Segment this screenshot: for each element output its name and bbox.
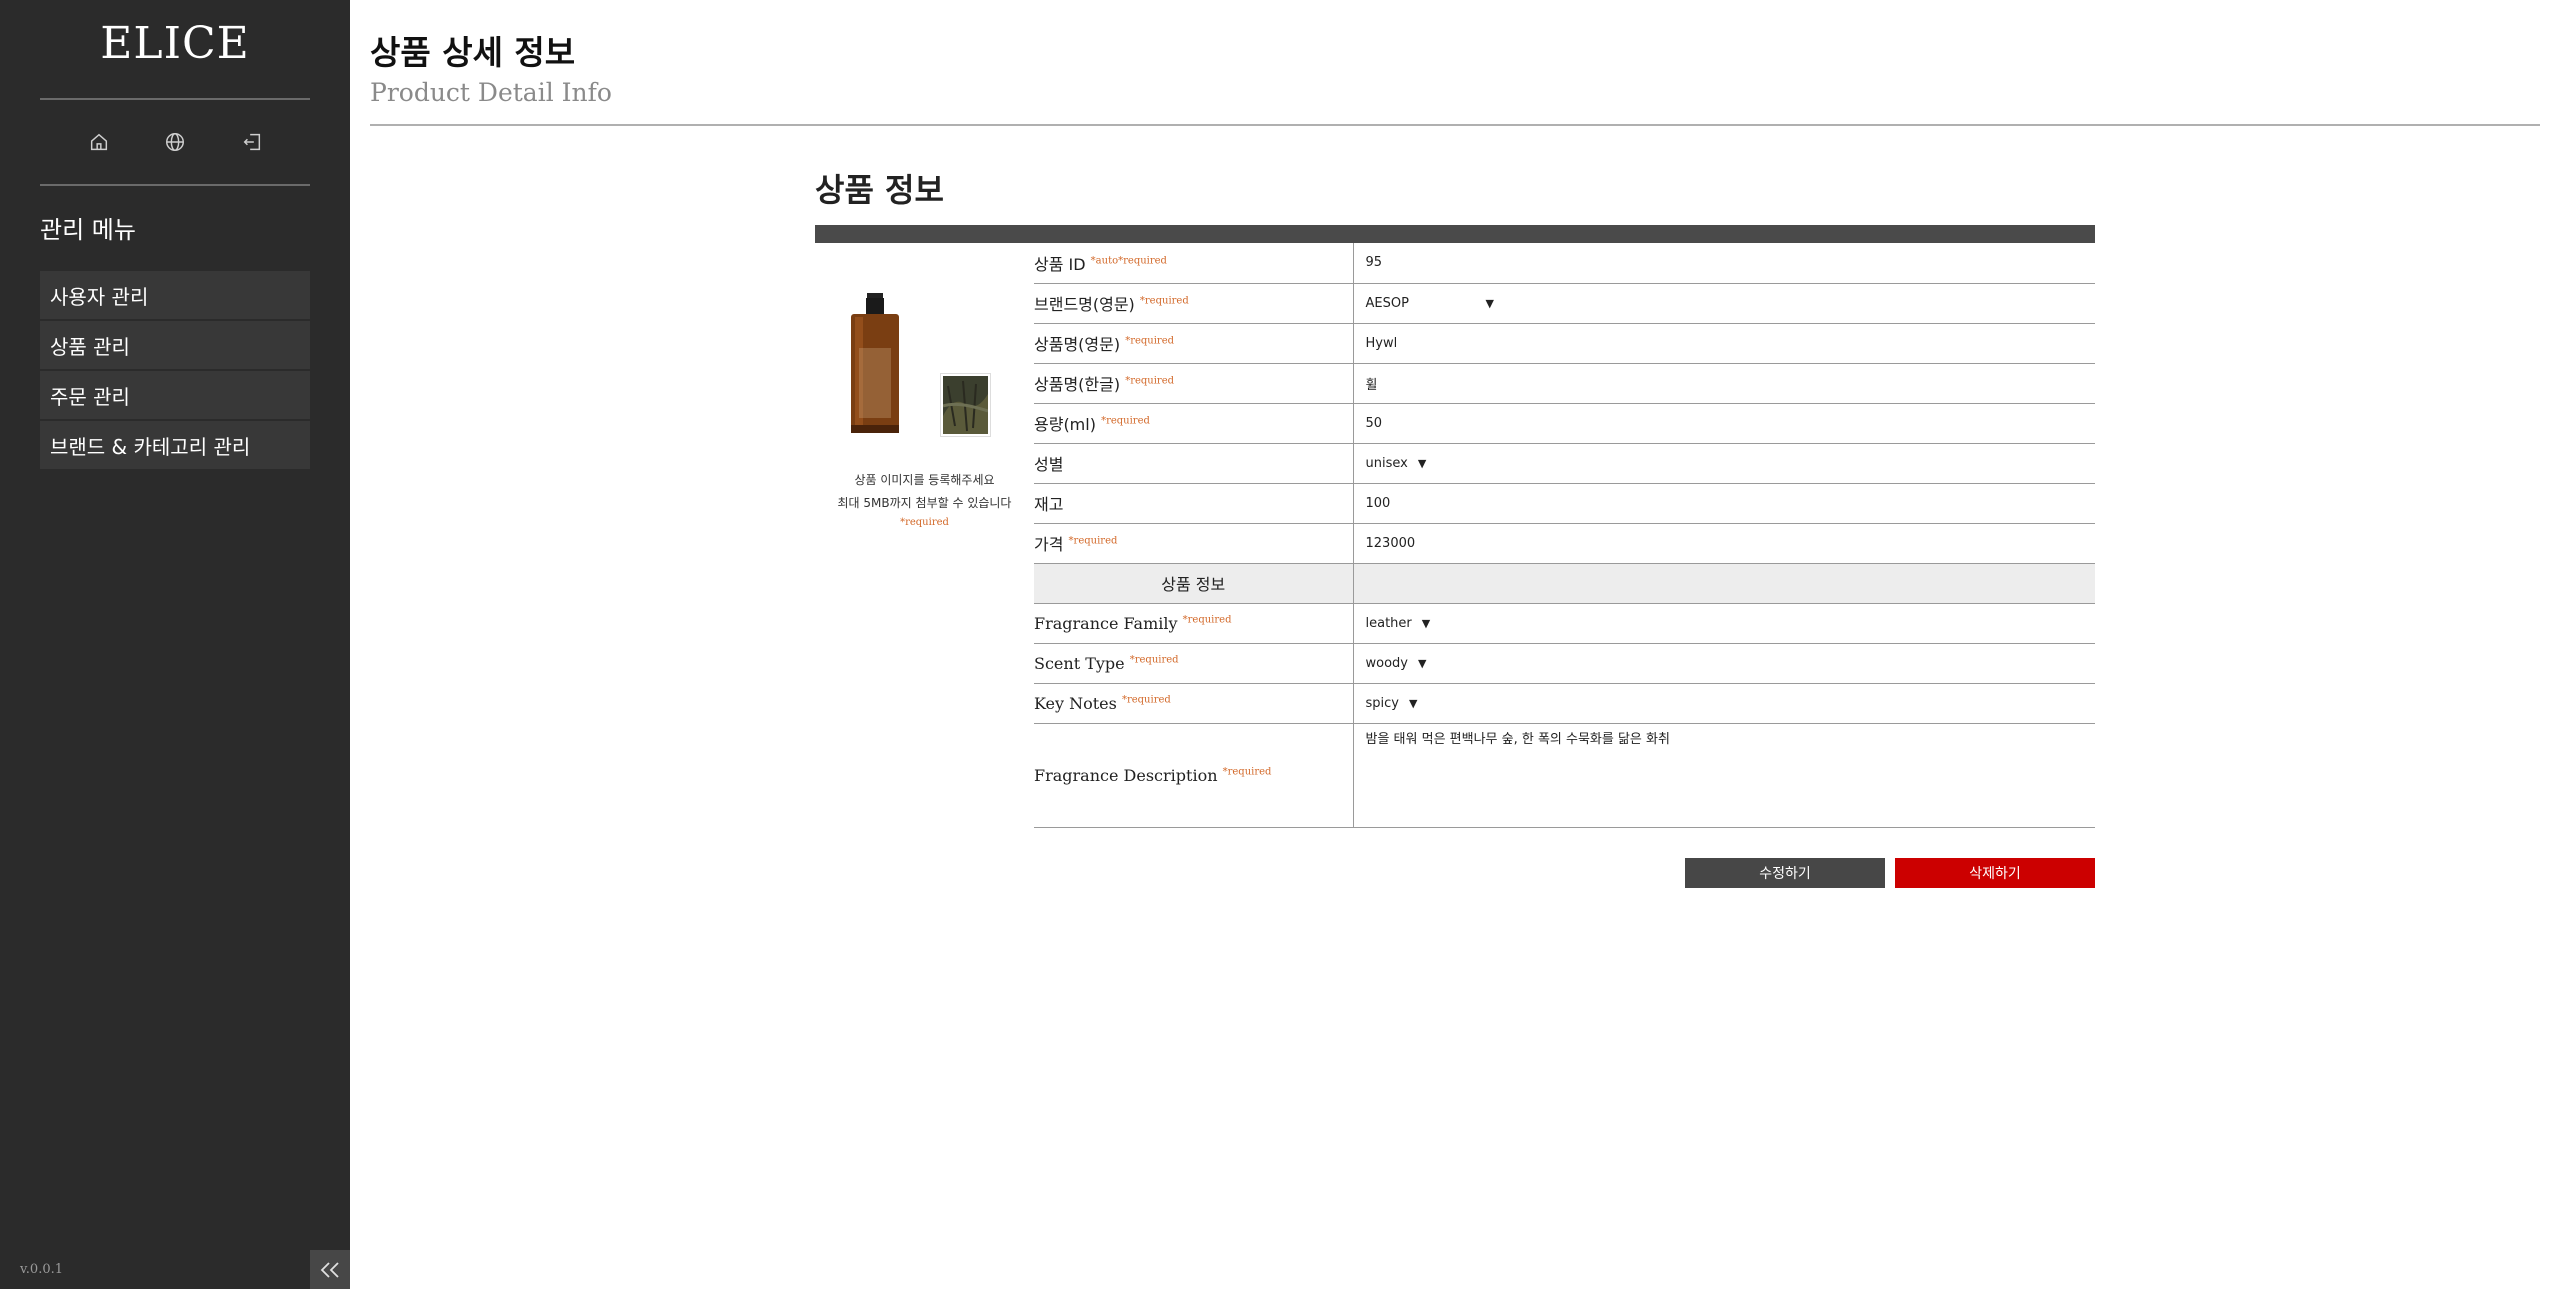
- key-notes-select[interactable]: spicy ▼: [1366, 696, 1418, 711]
- required-mark: *required: [900, 517, 949, 528]
- double-chevron-left-icon: [320, 1261, 339, 1278]
- required-mark: *required: [1118, 255, 1167, 267]
- brand-select-value: AESOP: [1365, 295, 1409, 311]
- chevron-down-icon: ▼: [1417, 456, 1427, 470]
- stock-input[interactable]: 100: [1366, 496, 1391, 511]
- volume-input[interactable]: 50: [1366, 416, 1383, 431]
- form-row-gender: 성별 unisex ▼: [1034, 443, 2095, 484]
- field-label: Fragrance Family: [1034, 613, 1178, 633]
- sidebar-item-products[interactable]: 상품 관리: [40, 321, 310, 369]
- section-title: 상품 정보: [815, 171, 944, 209]
- required-mark: *required: [1129, 654, 1179, 666]
- form-row-name-ko: 상품명(한글) *required 휠: [1034, 363, 2095, 404]
- logo[interactable]: ELICE: [40, 18, 310, 69]
- fragrance-family-select[interactable]: leather ▼: [1366, 616, 1431, 631]
- fragrance-family-value: leather: [1365, 615, 1412, 631]
- required-mark: *required: [1182, 614, 1232, 626]
- edit-button[interactable]: 수정하기: [1685, 858, 1885, 888]
- sidebar: ELICE 관리 메뉴 사용자 관리 상품 관리 주문 관리 브랜드 & 카테고…: [0, 0, 350, 1289]
- form-row-fragrance-family: Fragrance Family *required leather ▼: [1034, 603, 2095, 644]
- required-mark: *required: [1121, 694, 1171, 706]
- delete-button[interactable]: 삭제하기: [1895, 858, 2095, 888]
- key-notes-value: spicy: [1365, 695, 1399, 711]
- field-label: 용량(ml): [1034, 415, 1096, 434]
- home-icon[interactable]: [81, 124, 117, 160]
- field-label: 상품명(영문): [1034, 335, 1121, 354]
- brand-select[interactable]: AESOP ▼: [1366, 296, 1494, 311]
- logout-icon[interactable]: [234, 124, 270, 160]
- menu-title: 관리 메뉴: [40, 216, 136, 244]
- required-mark: *required: [1068, 535, 1118, 547]
- field-label: 성별: [1034, 455, 1064, 474]
- description-textarea[interactable]: 밤을 태워 먹은 편백나무 숲, 한 폭의 수묵화를 닮은 화취: [1366, 732, 1670, 747]
- sidebar-item-users[interactable]: 사용자 관리: [40, 271, 310, 319]
- auto-mark: *auto: [1090, 255, 1119, 267]
- product-id-field: 95: [1365, 255, 1383, 271]
- name-en-input[interactable]: Hywl: [1366, 336, 1398, 351]
- form-row-stock: 재고 100: [1034, 483, 2095, 524]
- product-form: 상품 ID *auto*required 95 브랜드명(영문) *requir…: [1034, 243, 2095, 828]
- version-label: v.0.0.1: [20, 1262, 64, 1277]
- upload-hint: 상품 이미지를 등록해주세요: [854, 473, 995, 487]
- required-mark: *required: [1125, 335, 1175, 347]
- divider: [40, 98, 310, 100]
- field-label: 상품 ID: [1034, 254, 1086, 274]
- collapse-sidebar-button[interactable]: [310, 1250, 350, 1289]
- form-row-brand: 브랜드명(영문) *required AESOP ▼: [1034, 283, 2095, 324]
- form-subheader-row: 상품 정보: [1034, 563, 2095, 604]
- sidebar-item-orders[interactable]: 주문 관리: [40, 371, 310, 419]
- upload-size-limit: 최대 5MB까지 첨부할 수 있습니다: [837, 496, 1012, 510]
- upload-instructions: 상품 이미지를 등록해주세요 최대 5MB까지 첨부할 수 있습니다 *requ…: [815, 469, 1034, 531]
- sidebar-item-brand-category[interactable]: 브랜드 & 카테고리 관리: [40, 421, 310, 469]
- form-row-key-notes: Key Notes *required spicy ▼: [1034, 683, 2095, 724]
- form-row-volume: 용량(ml) *required 50: [1034, 403, 2095, 444]
- name-ko-input[interactable]: 휠: [1366, 378, 1378, 393]
- sidebar-menu: 사용자 관리 상품 관리 주문 관리 브랜드 & 카테고리 관리: [40, 271, 310, 471]
- required-mark: *required: [1101, 415, 1150, 427]
- globe-icon[interactable]: [157, 124, 193, 160]
- image-upload-area[interactable]: 상품 이미지를 등록해주세요 최대 5MB까지 첨부할 수 있습니다 *requ…: [815, 243, 1034, 543]
- chevron-down-icon: ▼: [1421, 616, 1431, 630]
- sidebar-icon-row: [40, 122, 310, 162]
- gender-select[interactable]: unisex ▼: [1366, 456, 1427, 471]
- gender-select-value: unisex: [1365, 455, 1408, 471]
- product-thumbnail[interactable]: [940, 373, 991, 437]
- form-row-description: Fragrance Description *required 밤을 태워 먹은…: [1034, 723, 2095, 828]
- required-mark: *required: [1222, 766, 1272, 778]
- scent-type-select[interactable]: woody ▼: [1366, 656, 1427, 671]
- field-label: Key Notes: [1034, 693, 1117, 713]
- chevron-down-icon: ▼: [1418, 656, 1427, 670]
- scent-type-value: woody: [1365, 655, 1409, 671]
- form-row-price: 가격 *required 123000: [1034, 523, 2095, 564]
- price-input[interactable]: 123000: [1366, 536, 1416, 551]
- field-label: 브랜드명(영문): [1034, 295, 1135, 314]
- form-subheader: 상품 정보: [1034, 563, 1354, 604]
- field-label: 재고: [1034, 495, 1064, 514]
- form-row-name-en: 상품명(영문) *required Hywl: [1034, 323, 2095, 364]
- chevron-down-icon: ▼: [1408, 696, 1418, 710]
- form-row-product-id: 상품 ID *auto*required 95: [1034, 243, 2095, 284]
- required-mark: *required: [1139, 295, 1189, 307]
- section-bar: [815, 225, 2095, 243]
- field-label: Fragrance Description: [1034, 765, 1218, 785]
- header-divider: [370, 124, 2540, 126]
- field-label: 가격: [1034, 535, 1064, 554]
- required-mark: *required: [1125, 375, 1175, 387]
- page-subtitle: Product Detail Info: [370, 78, 612, 107]
- product-image[interactable]: [845, 293, 905, 435]
- divider: [40, 184, 310, 186]
- form-row-scent-type: Scent Type *required woody ▼: [1034, 643, 2095, 684]
- chevron-down-icon: ▼: [1485, 296, 1494, 310]
- page-title: 상품 상세 정보: [370, 33, 576, 72]
- field-label: Scent Type: [1034, 653, 1125, 673]
- field-label: 상품명(한글): [1034, 375, 1121, 394]
